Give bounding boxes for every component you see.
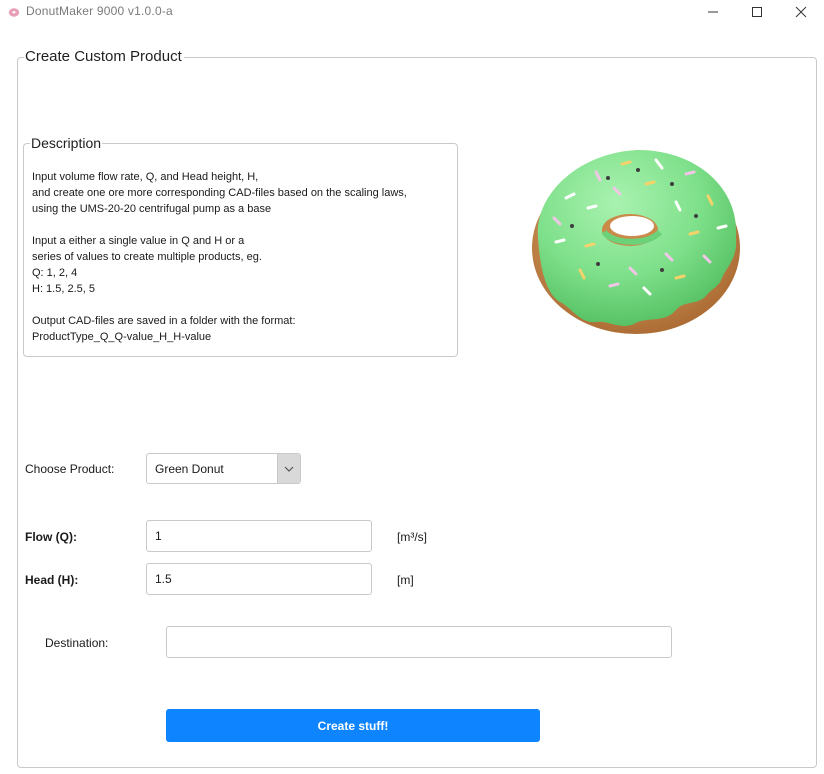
dropdown-toggle[interactable]	[277, 454, 300, 483]
chevron-down-icon	[284, 466, 294, 472]
description-title: Description	[30, 135, 103, 151]
flow-input[interactable]	[146, 520, 372, 552]
group-title: Create Custom Product	[24, 48, 184, 65]
destination-label: Destination:	[45, 636, 109, 650]
description-line: using the UMS-20-20 centrifugal pump as …	[32, 203, 272, 215]
destination-input[interactable]	[166, 626, 672, 658]
close-icon	[795, 6, 807, 18]
maximize-icon	[752, 7, 762, 17]
description-line: Output CAD-files are saved in a folder w…	[32, 315, 296, 327]
choose-product-label: Choose Product:	[25, 462, 115, 476]
minimize-button[interactable]	[690, 0, 736, 24]
create-button[interactable]: Create stuff!	[166, 709, 540, 742]
description-line: Q: 1, 2, 4	[32, 267, 78, 279]
description-line: Input a either a single value in Q and H…	[32, 235, 245, 247]
head-unit: [m]	[397, 573, 414, 587]
window-titlebar: DonutMaker 9000 v1.0.0-a	[0, 0, 824, 24]
flow-unit: [m³/s]	[397, 530, 427, 544]
minimize-icon	[708, 11, 718, 13]
description-line: series of values to create multiple prod…	[32, 251, 262, 263]
description-line: H: 1.5, 2.5, 5	[32, 283, 95, 295]
description-line	[32, 297, 452, 313]
flow-label: Flow (Q):	[25, 530, 77, 544]
maximize-button[interactable]	[734, 0, 780, 24]
product-select-value: Green Donut	[155, 462, 224, 476]
description-line: and create one ore more corresponding CA…	[32, 187, 407, 199]
head-input[interactable]	[146, 563, 372, 595]
description-text: Input volume flow rate, Q, and Head heig…	[32, 169, 452, 345]
description-line: ProductType_Q_Q-value_H_H-value	[32, 331, 212, 343]
product-image	[532, 150, 740, 334]
close-button[interactable]	[778, 0, 824, 24]
donut-icon	[8, 8, 20, 17]
description-line: Input volume flow rate, Q, and Head heig…	[32, 171, 259, 183]
head-label: Head (H):	[25, 573, 79, 587]
window-title: DonutMaker 9000 v1.0.0-a	[26, 4, 173, 18]
description-line	[32, 217, 452, 233]
product-select[interactable]: Green Donut	[146, 453, 301, 484]
